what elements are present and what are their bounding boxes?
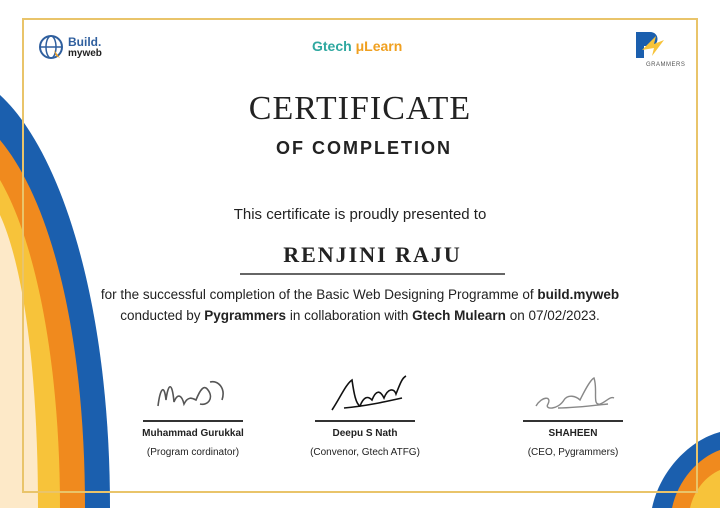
certificate-subtitle: OF COMPLETION <box>276 138 452 158</box>
signature-line <box>315 420 415 422</box>
statement-part4: on 07/02/2023. <box>505 308 600 323</box>
signatory-name: Deepu S Nath <box>332 428 398 439</box>
presented-to-text: This certificate is proudly presented to <box>233 206 487 223</box>
build-logo-line2: myweb <box>68 48 102 59</box>
gtech-logo-prefix: Gtech <box>312 38 352 54</box>
signatory-role: (Convenor, Gtech ATFG) <box>310 447 420 458</box>
pygrammers-logo-caption: GRAMMERS <box>646 62 686 68</box>
statement-part2: conducted by <box>120 308 205 323</box>
signatory-name: SHAHEEN <box>548 428 598 439</box>
gtech-mulearn-logo: Gtech μLearn <box>312 38 412 70</box>
gtech-logo-suffix: μLearn <box>355 38 403 54</box>
signature-block-program-coordinator: Muhammad Gurukkal (Program cordinator) <box>118 370 268 458</box>
statement-part3: in collaboration with <box>286 308 413 323</box>
statement-org-pygrammers: Pygrammers <box>204 308 287 323</box>
signatory-name: Muhammad Gurukkal <box>142 428 244 439</box>
signature-block-ceo: SHAHEEN (CEO, Pygrammers) <box>498 370 648 458</box>
signature-drawing <box>535 377 615 409</box>
signatory-role: (Program cordinator) <box>146 447 240 458</box>
globe-icon <box>39 35 63 59</box>
build-logo-line1: Build. <box>68 35 102 49</box>
signatory-role: (CEO, Pygrammers) <box>527 447 619 458</box>
signature-line <box>523 420 623 422</box>
statement-part1: for the successful completion of the Bas… <box>100 287 538 302</box>
signature-drawing <box>157 380 224 407</box>
certificate: Build. myweb Gtech μLearn GRAMMERS CERTI… <box>0 0 720 508</box>
completion-statement: for the successful completion of the Bas… <box>80 284 640 326</box>
signature-block-convenor: Deepu S Nath (Convenor, Gtech ATFG) <box>290 370 440 458</box>
certificate-title: CERTIFICATE <box>248 90 472 127</box>
statement-org-gtech: Gtech Mulearn <box>412 308 506 323</box>
recipient-name: RENJINI RAJU <box>240 242 505 275</box>
pygrammers-logo: GRAMMERS <box>628 30 688 72</box>
build-myweb-logo: Build. myweb <box>38 32 118 64</box>
signature-drawing <box>331 375 407 411</box>
signature-line <box>143 420 243 422</box>
pygrammers-mark-icon <box>636 32 664 58</box>
statement-org-build: build.myweb <box>537 287 620 302</box>
